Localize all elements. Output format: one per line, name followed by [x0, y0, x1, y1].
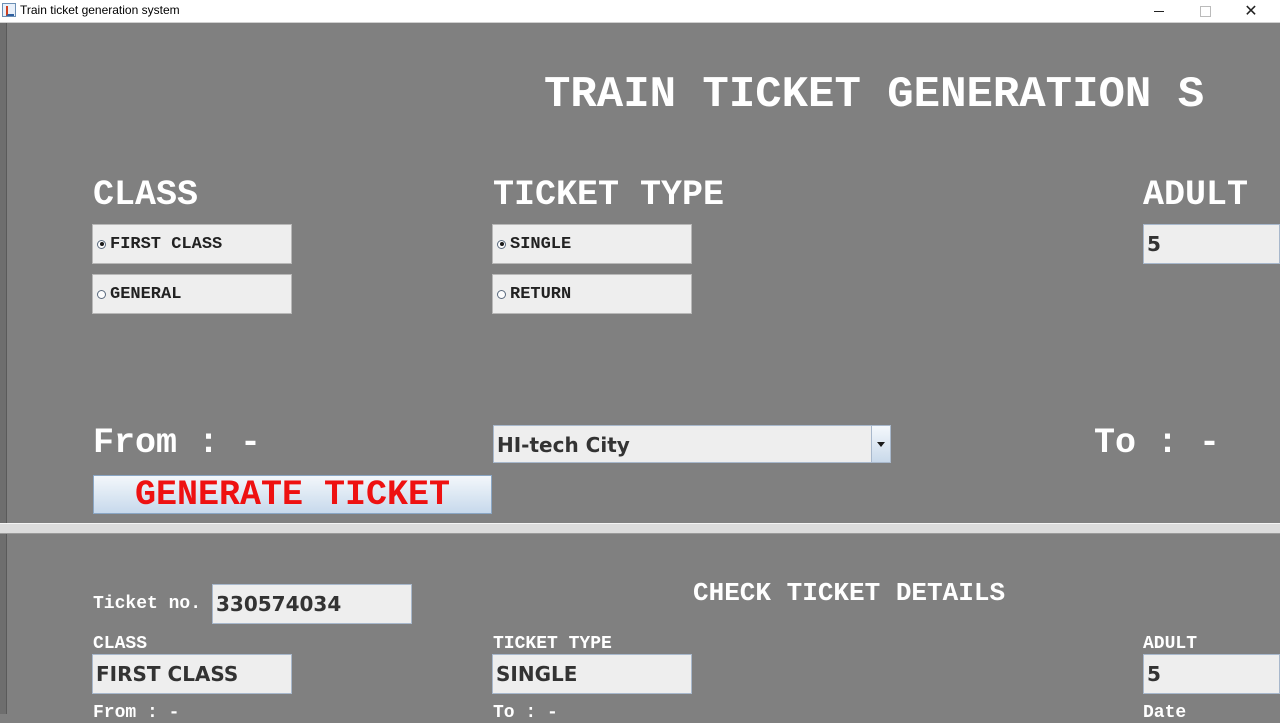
- from-station-value: HI-tech City: [497, 433, 630, 457]
- minimize-icon: [1154, 10, 1164, 12]
- java-app-icon: [2, 3, 16, 17]
- radio-selected-icon: [97, 239, 106, 249]
- details-ticket-type-label: TICKET TYPE: [493, 634, 612, 654]
- dropdown-toggle[interactable]: [871, 426, 890, 462]
- radio-selected-icon: [497, 239, 506, 249]
- radio-general[interactable]: GENERAL: [92, 274, 292, 314]
- ticket-no-label: Ticket no.: [93, 594, 202, 614]
- ticket-no-field[interactable]: 330574034: [212, 584, 412, 624]
- radio-label: RETURN: [510, 284, 572, 304]
- generate-ticket-label: GENERATE TICKET: [134, 474, 451, 515]
- details-class-field[interactable]: FIRST CLASS: [92, 654, 292, 694]
- details-to-label: To : -: [493, 703, 558, 723]
- title-bar: Train ticket generation system ✕: [0, 0, 1280, 23]
- close-button[interactable]: ✕: [1228, 0, 1274, 22]
- close-icon: ✕: [1244, 1, 1258, 20]
- page-title: TRAIN TICKET GENERATION S: [544, 70, 1205, 120]
- details-date-label: Date: [1143, 703, 1187, 723]
- chevron-down-icon: [877, 441, 885, 447]
- minimize-button[interactable]: [1136, 0, 1182, 22]
- details-class-label: CLASS: [93, 634, 148, 654]
- from-label: From : -: [93, 423, 262, 463]
- from-station-select[interactable]: HI-tech City: [493, 425, 891, 463]
- check-ticket-details-heading: CHECK TICKET DETAILS: [693, 578, 1006, 608]
- class-heading: CLASS: [93, 175, 199, 215]
- radio-label: FIRST CLASS: [110, 234, 223, 254]
- maximize-icon: [1199, 5, 1211, 17]
- details-adult-field[interactable]: 5: [1143, 654, 1280, 694]
- to-label: To : -: [1094, 423, 1221, 463]
- window-title: Train ticket generation system: [20, 3, 180, 17]
- generate-ticket-button[interactable]: GENERATE TICKET: [93, 474, 492, 515]
- maximize-button[interactable]: [1182, 0, 1228, 22]
- radio-unselected-icon: [97, 289, 106, 299]
- window-left-frame: [0, 23, 7, 714]
- radio-single[interactable]: SINGLE: [492, 224, 692, 264]
- radio-first-class[interactable]: FIRST CLASS: [92, 224, 292, 264]
- radio-label: GENERAL: [110, 284, 182, 304]
- details-from-label: From : -: [93, 703, 180, 723]
- ticket-type-heading: TICKET TYPE: [493, 175, 725, 215]
- details-adult-label: ADULT: [1143, 634, 1198, 654]
- adult-count-input[interactable]: 5: [1143, 224, 1280, 264]
- adult-heading: ADULT: [1143, 175, 1249, 215]
- details-ticket-type-field[interactable]: SINGLE: [492, 654, 692, 694]
- radio-unselected-icon: [497, 289, 506, 299]
- radio-label: SINGLE: [510, 234, 572, 254]
- section-divider: [0, 523, 1280, 534]
- radio-return[interactable]: RETURN: [492, 274, 692, 314]
